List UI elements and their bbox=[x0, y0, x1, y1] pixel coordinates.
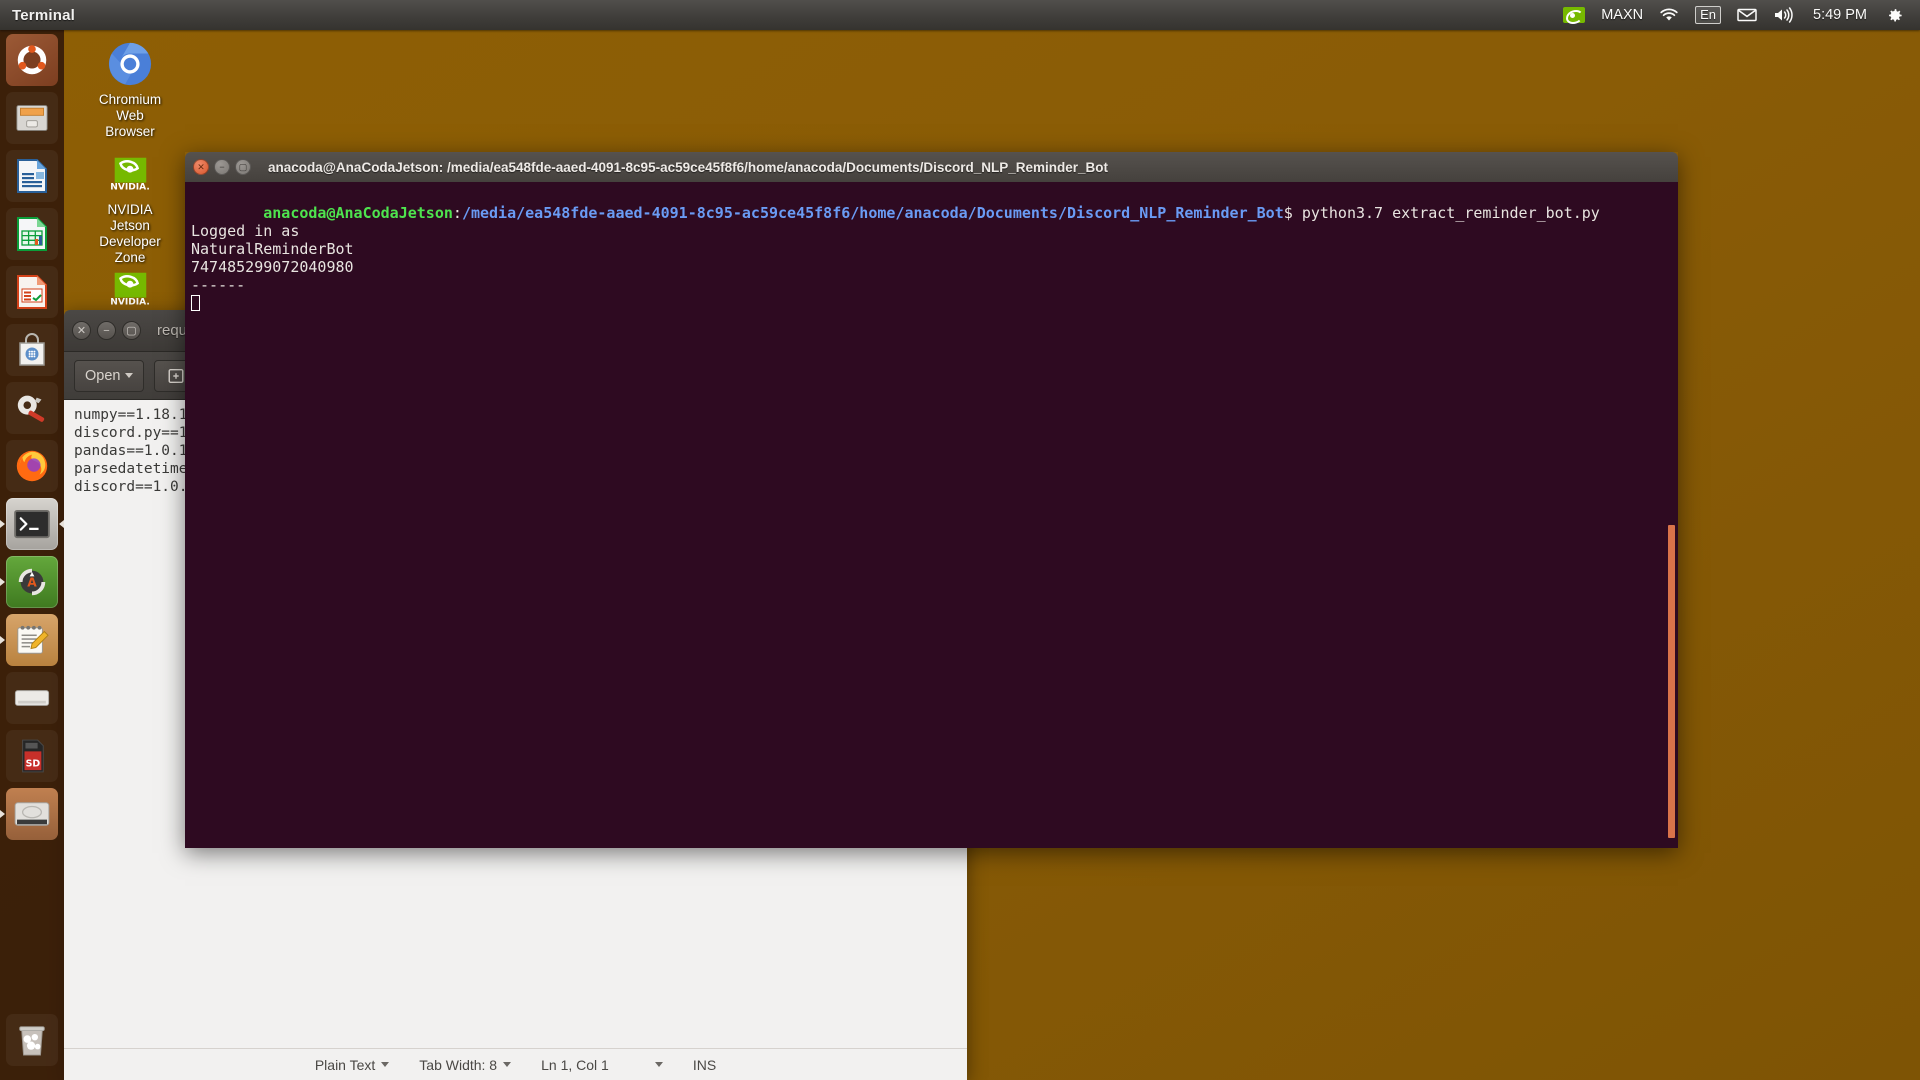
tab-width-selector[interactable]: Tab Width: 8 bbox=[419, 1056, 512, 1073]
top-panel: Terminal MAXN En 5:49 PM bbox=[0, 0, 1920, 30]
terminal-scrollbar-thumb[interactable] bbox=[1668, 525, 1675, 838]
desktop-icon-nvidia-jetson-developer-zone[interactable]: NVIDIA. NVIDIA Jetson Developer Zone bbox=[82, 150, 178, 266]
cursor-position-label: Ln 1, Col 1 bbox=[541, 1056, 609, 1073]
language-selector[interactable]: Plain Text bbox=[314, 1056, 390, 1073]
language-label: En bbox=[1695, 6, 1721, 24]
volume-icon[interactable] bbox=[1765, 0, 1803, 30]
minimize-button[interactable]: − bbox=[97, 321, 116, 340]
svg-text:SD: SD bbox=[26, 758, 41, 769]
terminal-output-line: NaturalReminderBot bbox=[191, 240, 354, 258]
power-mode-indicator[interactable]: MAXN bbox=[1593, 0, 1651, 30]
sidebar-item-files[interactable] bbox=[6, 92, 58, 144]
terminal-output-line: 747485299072040980 bbox=[191, 258, 354, 276]
insert-mode-label: INS bbox=[692, 1056, 717, 1073]
svg-text:NVIDIA.: NVIDIA. bbox=[110, 297, 150, 306]
desktop-icon-label: NVIDIA Jetson Developer Zone bbox=[99, 202, 161, 265]
sidebar-item-trash[interactable] bbox=[6, 1014, 58, 1066]
sidebar-item-libreoffice-writer[interactable] bbox=[6, 150, 58, 202]
terminal-prompt-symbol: $ bbox=[1283, 204, 1302, 222]
sidebar-item-system-settings[interactable] bbox=[6, 382, 58, 434]
desktop-icon-chromium[interactable]: Chromium Web Browser bbox=[82, 40, 178, 140]
terminal-text[interactable]: anacoda@AnaCodaJetson:/media/ea548fde-aa… bbox=[185, 182, 1678, 316]
maximize-button[interactable]: ▢ bbox=[235, 159, 251, 175]
sidebar-item-text-editor[interactable] bbox=[0, 614, 58, 666]
desktop-background: Terminal MAXN En 5:49 PM A SD Chromium W… bbox=[0, 0, 1920, 1080]
terminal-content[interactable]: anacoda@AnaCodaJetson:/media/ea548fde-aa… bbox=[185, 182, 1678, 848]
sidebar-item-software-updater[interactable]: A bbox=[0, 556, 58, 608]
language-label: Plain Text bbox=[314, 1056, 376, 1073]
chevron-down-icon bbox=[381, 1062, 390, 1067]
terminal-titlebar[interactable]: ✕ − ▢ anacoda@AnaCodaJetson: /media/ea54… bbox=[185, 152, 1678, 182]
gear-icon[interactable] bbox=[1877, 0, 1912, 30]
sidebar-item-libreoffice-impress[interactable] bbox=[6, 266, 58, 318]
insert-mode: INS bbox=[693, 1057, 716, 1073]
sidebar-item-ubuntu-dash[interactable] bbox=[6, 34, 58, 86]
wifi-icon[interactable] bbox=[1651, 0, 1687, 30]
terminal-window[interactable]: ✕ − ▢ anacoda@AnaCodaJetson: /media/ea54… bbox=[185, 152, 1678, 848]
open-button-label: Open bbox=[85, 367, 121, 384]
system-tray: MAXN En 5:49 PM bbox=[1555, 0, 1920, 30]
nvidia-logo-icon[interactable] bbox=[1555, 0, 1593, 30]
chevron-down-icon bbox=[503, 1062, 512, 1067]
sidebar-item-ubuntu-software[interactable] bbox=[6, 324, 58, 376]
minimize-button[interactable]: − bbox=[214, 159, 230, 175]
sidebar-item-external-drive[interactable] bbox=[0, 788, 58, 840]
maximize-button[interactable]: ▢ bbox=[122, 321, 141, 340]
app-menu-title[interactable]: Terminal bbox=[12, 7, 75, 24]
close-button[interactable]: ✕ bbox=[193, 159, 209, 175]
terminal-scrollbar[interactable] bbox=[1664, 182, 1678, 848]
language-indicator[interactable]: En bbox=[1687, 0, 1729, 30]
unity-launcher: A SD bbox=[0, 30, 64, 1080]
gedit-statusbar: Plain Text Tab Width: 8 Ln 1, Col 1 INS bbox=[64, 1048, 967, 1080]
envelope-icon[interactable] bbox=[1729, 0, 1765, 30]
open-button[interactable]: Open bbox=[74, 359, 145, 392]
terminal-prompt-separator: : bbox=[452, 204, 462, 222]
chevron-down-icon bbox=[654, 1062, 663, 1067]
chevron-down-icon bbox=[125, 373, 134, 378]
tab-width-label: Tab Width: 8 bbox=[419, 1056, 498, 1073]
svg-text:A: A bbox=[27, 576, 37, 590]
clock[interactable]: 5:49 PM bbox=[1803, 0, 1877, 30]
svg-text:NVIDIA.: NVIDIA. bbox=[110, 182, 150, 191]
sidebar-item-terminal[interactable] bbox=[0, 498, 64, 550]
sidebar-item-cd-drive[interactable] bbox=[6, 672, 58, 724]
close-button[interactable]: ✕ bbox=[72, 321, 91, 340]
nvidia-icon: NVIDIA. bbox=[82, 265, 178, 313]
terminal-prompt-path: /media/ea548fde-aaed-4091-8c95-ac59ce45f… bbox=[461, 204, 1284, 222]
cursor-position[interactable]: Ln 1, Col 1 bbox=[541, 1057, 663, 1073]
terminal-command: python3.7 extract_reminder_bot.py bbox=[1301, 204, 1600, 222]
terminal-output-line: Logged in as bbox=[191, 222, 300, 240]
sidebar-item-sd-card[interactable]: SD bbox=[6, 730, 58, 782]
sidebar-item-firefox[interactable] bbox=[6, 440, 58, 492]
chromium-icon bbox=[82, 40, 178, 88]
save-icon bbox=[169, 368, 184, 383]
terminal-cursor bbox=[191, 295, 200, 311]
sidebar-item-libreoffice-calc[interactable] bbox=[6, 208, 58, 260]
desktop-icon-label: Chromium Web Browser bbox=[98, 92, 162, 139]
nvidia-icon: NVIDIA. bbox=[82, 150, 178, 198]
terminal-title: anacoda@AnaCodaJetson: /media/ea548fde-a… bbox=[268, 159, 1108, 175]
terminal-prompt-user: anacoda@AnaCodaJetson bbox=[263, 204, 453, 222]
terminal-output-line: ------ bbox=[191, 276, 246, 294]
